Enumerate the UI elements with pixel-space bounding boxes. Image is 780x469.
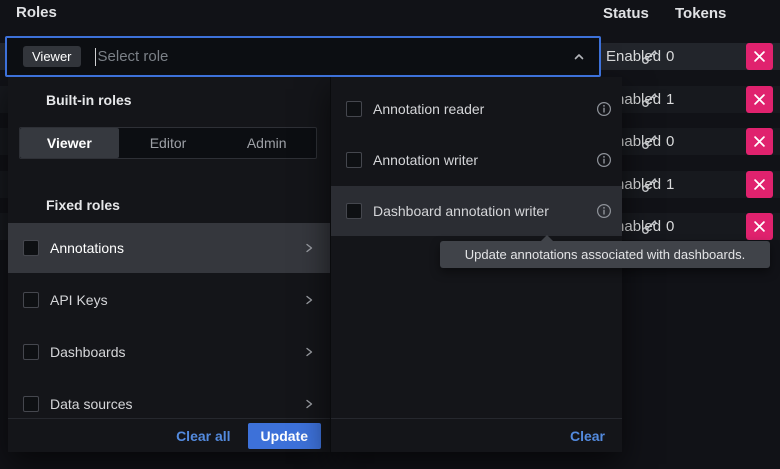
selected-role-chip[interactable]: Viewer [23, 46, 81, 67]
tokens-column-header: Tokens [675, 5, 726, 22]
chevron-right-icon [302, 241, 316, 255]
role-picker-menu: Built-in roles Viewer Editor Admin Fixed… [8, 77, 330, 452]
menu-footer: Clear all Update [8, 418, 330, 452]
close-icon [754, 179, 765, 190]
role-picker-screen: Roles Status Tokens Enabled 0 Enabled 1 … [0, 0, 780, 469]
delete-button[interactable] [746, 128, 773, 155]
fixed-group-api-keys[interactable]: API Keys [8, 275, 330, 325]
data-sources-checkbox[interactable] [23, 396, 39, 412]
close-icon [754, 221, 765, 232]
close-icon [754, 94, 765, 105]
submenu-item-annotation-reader[interactable]: Annotation reader [331, 84, 622, 134]
clear-link[interactable]: Clear [570, 428, 605, 444]
delete-button[interactable] [746, 86, 773, 113]
delete-button[interactable] [746, 213, 773, 240]
delete-button[interactable] [746, 43, 773, 70]
close-icon [754, 136, 765, 147]
key-icon [641, 176, 658, 193]
clear-all-link[interactable]: Clear all [176, 428, 230, 444]
role-select-placeholder: Select role [98, 48, 169, 65]
radio-editor[interactable]: Editor [119, 128, 218, 158]
fixed-roles-title: Fixed roles [46, 197, 120, 213]
status-column-header: Status [603, 5, 649, 22]
tooltip-arrow [540, 235, 554, 242]
submenu-footer: Clear [331, 418, 622, 452]
api-keys-checkbox[interactable] [23, 292, 39, 308]
token-count: 0 [666, 128, 674, 155]
built-in-role-radio-group: Viewer Editor Admin [19, 127, 317, 159]
fixed-group-annotations[interactable]: Annotations [8, 223, 330, 273]
submenu-item-annotation-writer[interactable]: Annotation writer [331, 135, 622, 185]
token-count: 1 [666, 171, 674, 198]
chevron-right-icon [302, 293, 316, 307]
annotations-checkbox[interactable] [23, 240, 39, 256]
roles-column-header: Roles [16, 4, 57, 21]
chevron-right-icon [302, 345, 316, 359]
annotation-reader-checkbox[interactable] [346, 101, 362, 117]
radio-viewer[interactable]: Viewer [20, 128, 119, 158]
tooltip-text: Update annotations associated with dashb… [465, 247, 745, 262]
text-cursor [95, 48, 96, 66]
fixed-group-dashboards[interactable]: Dashboards [8, 327, 330, 377]
token-count: 0 [666, 213, 674, 240]
radio-admin[interactable]: Admin [217, 128, 316, 158]
token-count: 1 [666, 86, 674, 113]
info-icon[interactable] [596, 203, 612, 219]
chevron-right-icon [302, 397, 316, 411]
info-icon[interactable] [596, 101, 612, 117]
delete-button[interactable] [746, 171, 773, 198]
dashboards-checkbox[interactable] [23, 344, 39, 360]
tooltip: Update annotations associated with dashb… [440, 241, 770, 268]
key-icon [641, 48, 658, 65]
key-icon [641, 91, 658, 108]
update-button[interactable]: Update [248, 423, 321, 449]
close-icon [754, 51, 765, 62]
dashboard-annotation-writer-checkbox[interactable] [346, 203, 362, 219]
info-icon[interactable] [596, 152, 612, 168]
role-select-input[interactable]: Viewer Select role [5, 36, 601, 77]
chevron-up-icon[interactable] [572, 50, 586, 64]
submenu-item-dashboard-annotation-writer[interactable]: Dashboard annotation writer [331, 186, 622, 236]
annotation-writer-checkbox[interactable] [346, 152, 362, 168]
key-icon [641, 133, 658, 150]
built-in-roles-title: Built-in roles [46, 92, 132, 108]
key-icon [641, 218, 658, 235]
token-count: 0 [666, 43, 674, 70]
